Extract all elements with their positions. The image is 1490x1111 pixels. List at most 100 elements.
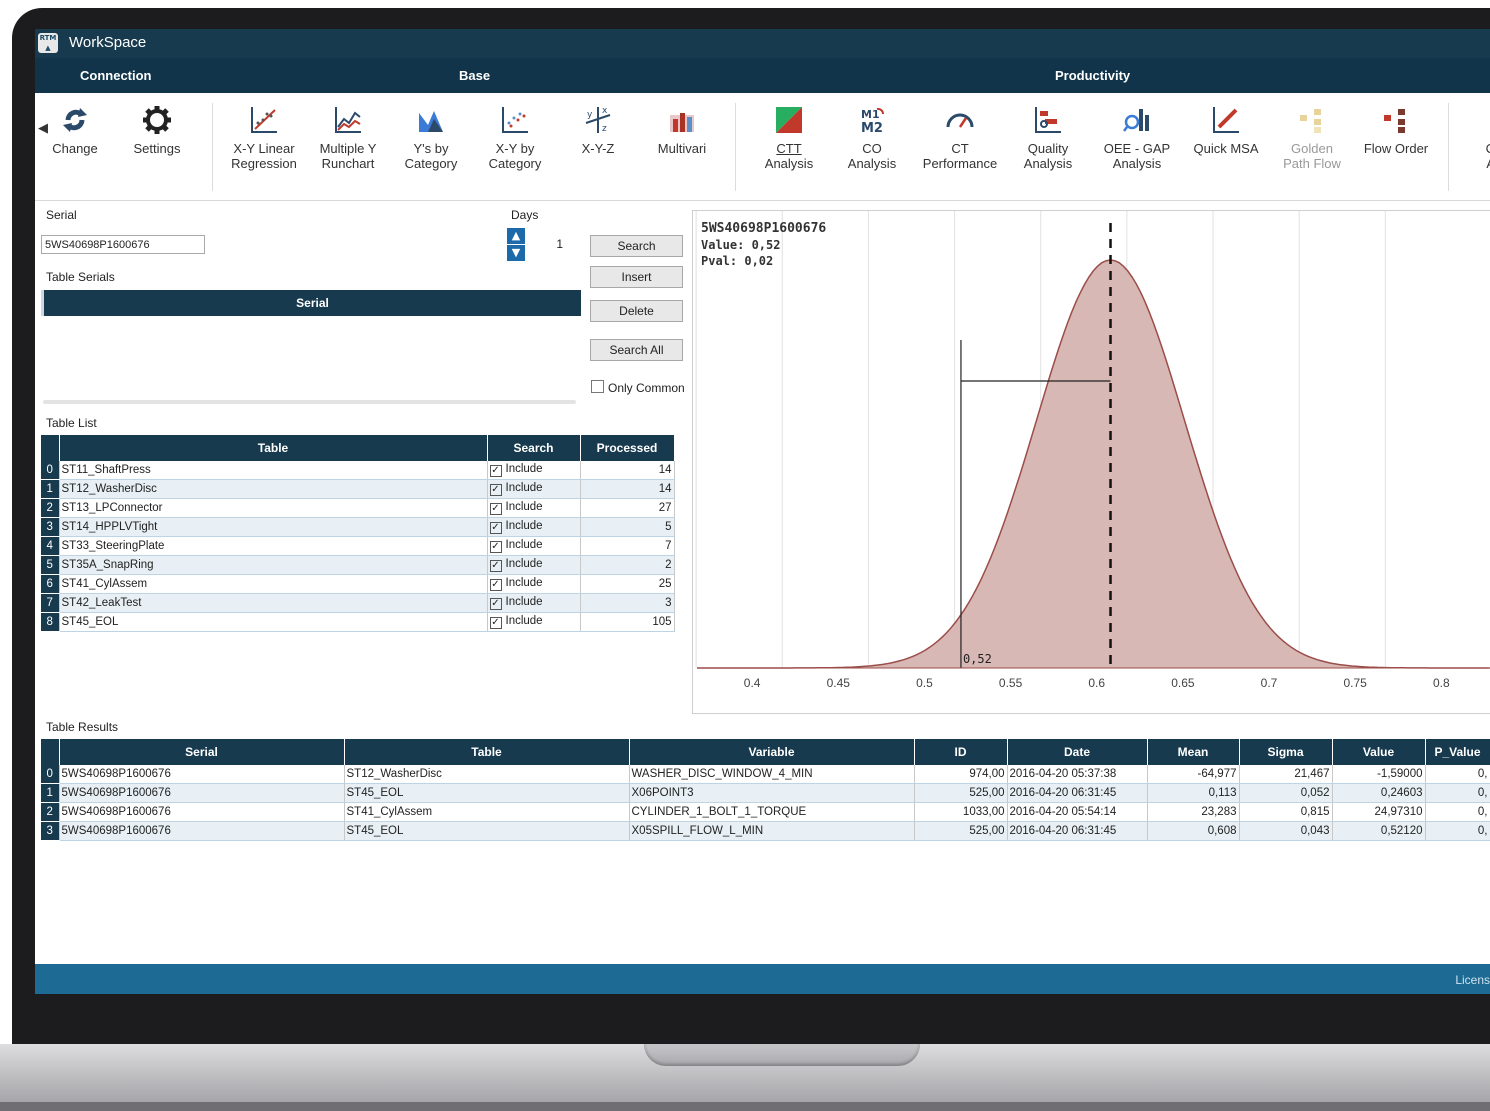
column-header-serial[interactable]: Serial [59, 739, 345, 765]
search-cell[interactable]: ✓ Include [487, 612, 581, 632]
pval-cell[interactable]: 0, [1425, 783, 1490, 803]
oee-gap-analysis-button[interactable]: OEE - GAP Analysis [1097, 105, 1177, 171]
column-header-processed[interactable]: Processed [580, 435, 675, 461]
flow-order-button[interactable]: Flow Order [1356, 105, 1436, 156]
id-cell[interactable]: 525,00 [914, 821, 1008, 841]
table-row[interactable]: 4 ST33_SteeringPlate ✓ Include 7 [41, 536, 675, 556]
insert-button[interactable]: Insert [590, 266, 683, 288]
date-cell[interactable]: 2016-04-20 06:31:45 [1007, 821, 1148, 841]
column-header-table[interactable]: Table [344, 739, 630, 765]
only-common-checkbox[interactable]: Only Common [591, 380, 685, 395]
table-name-cell[interactable]: ST42_LeakTest [59, 593, 488, 613]
stepper-down-icon[interactable]: ▼ [507, 245, 525, 261]
ct-performance-button[interactable]: CT Performance [917, 105, 1003, 171]
variable-cell[interactable]: WASHER_DISC_WINDOW_4_MIN [629, 765, 915, 784]
column-header-mean[interactable]: Mean [1147, 739, 1240, 765]
table-row[interactable]: 8 ST45_EOL ✓ Include 105 [41, 612, 675, 632]
golden-path-flow-button[interactable]: Golden Path Flow [1272, 105, 1352, 171]
table-name-cell[interactable]: ST13_LPConnector [59, 498, 488, 518]
table-name-cell[interactable]: ST33_SteeringPlate [59, 536, 488, 556]
xy-linear-regression-button[interactable]: X-Y Linear Regression [224, 105, 304, 171]
table-row[interactable]: 3 ST14_HPPLVTight ✓ Include 5 [41, 517, 675, 537]
date-cell[interactable]: 2016-04-20 05:37:38 [1007, 765, 1148, 784]
value-cell[interactable]: 0,52120 [1332, 821, 1426, 841]
variable-cell[interactable]: X05SPILL_FLOW_L_MIN [629, 821, 915, 841]
sigma-cell[interactable]: 0,815 [1239, 802, 1333, 822]
checkbox-checked-icon[interactable]: ✓ [489, 579, 502, 591]
sigma-cell[interactable]: 0,052 [1239, 783, 1333, 803]
serial-cell[interactable]: 5WS40698P1600676 [59, 783, 345, 803]
table-cell[interactable]: ST45_EOL [344, 821, 630, 841]
column-header-value[interactable]: Value [1332, 739, 1426, 765]
column-header-sigma[interactable]: Sigma [1239, 739, 1333, 765]
stepper-up-icon[interactable]: ▲ [507, 228, 525, 244]
table-cell[interactable]: ST12_WasherDisc [344, 765, 630, 784]
search-cell[interactable]: ✓ Include [487, 574, 581, 594]
checkbox-checked-icon[interactable]: ✓ [489, 465, 502, 477]
ctt-analysis-button[interactable]: CTT Analysis [749, 105, 829, 171]
search-button[interactable]: Search [590, 235, 683, 257]
search-cell[interactable]: ✓ Include [487, 536, 581, 556]
mean-cell[interactable]: 0,608 [1147, 821, 1240, 841]
table-name-cell[interactable]: ST41_CylAssem [59, 574, 488, 594]
pval-cell[interactable]: 0, [1425, 765, 1490, 784]
column-header-date[interactable]: Date [1007, 739, 1148, 765]
mean-cell[interactable]: -64,977 [1147, 765, 1240, 784]
pval-cell[interactable]: 0, [1425, 821, 1490, 841]
value-cell[interactable]: -1,59000 [1332, 765, 1426, 784]
table-row[interactable]: 0 ST11_ShaftPress ✓ Include 14 [41, 461, 675, 480]
checkbox-checked-icon[interactable]: ✓ [489, 541, 502, 553]
change-button[interactable]: Change [35, 105, 115, 156]
table-cell[interactable]: ST41_CylAssem [344, 802, 630, 822]
serial-input[interactable] [41, 235, 205, 254]
checkbox-box[interactable] [591, 380, 604, 393]
table-row[interactable]: 2 ST13_LPConnector ✓ Include 27 [41, 498, 675, 518]
table-name-cell[interactable]: ST45_EOL [59, 612, 488, 632]
ys-by-category-button[interactable]: Y's by Category [391, 105, 471, 171]
value-cell[interactable]: 0,24603 [1332, 783, 1426, 803]
id-cell[interactable]: 974,00 [914, 765, 1008, 784]
table-name-cell[interactable]: ST35A_SnapRing [59, 555, 488, 575]
result-row[interactable]: 0 5WS40698P1600676 ST12_WasherDisc WASHER_D… [41, 765, 1490, 784]
variable-cell[interactable]: CYLINDER_1_BOLT_1_TORQUE [629, 802, 915, 822]
date-cell[interactable]: 2016-04-20 06:31:45 [1007, 783, 1148, 803]
co-analysis-button[interactable]: M1 M2 CO Analysis [832, 105, 912, 171]
column-header-id[interactable]: ID [914, 739, 1008, 765]
date-cell[interactable]: 2016-04-20 05:54:14 [1007, 802, 1148, 822]
table-cell[interactable]: ST45_EOL [344, 783, 630, 803]
license-status[interactable]: Licens [1455, 973, 1490, 987]
serial-cell[interactable]: 5WS40698P1600676 [59, 802, 345, 822]
table-row[interactable]: 1 ST12_WasherDisc ✓ Include 14 [41, 479, 675, 499]
multiple-y-runchart-button[interactable]: Multiple Y Runchart [308, 105, 388, 171]
search-cell[interactable]: ✓ Include [487, 498, 581, 518]
search-cell[interactable]: ✓ Include [487, 479, 581, 499]
delete-button[interactable]: Delete [590, 300, 683, 322]
table-row[interactable]: 5 ST35A_SnapRing ✓ Include 2 [41, 555, 675, 575]
search-cell[interactable]: ✓ Include [487, 517, 581, 537]
sigma-cell[interactable]: 0,043 [1239, 821, 1333, 841]
mean-cell[interactable]: 23,283 [1147, 802, 1240, 822]
settings-button[interactable]: Settings [117, 105, 197, 156]
table-row[interactable]: 6 ST41_CylAssem ✓ Include 25 [41, 574, 675, 594]
result-row[interactable]: 2 5WS40698P1600676 ST41_CylAssem CYLINDER_1… [41, 802, 1490, 822]
days-value[interactable]: 1 [556, 237, 563, 251]
table-name-cell[interactable]: ST14_HPPLVTight [59, 517, 488, 537]
quick-msa-button[interactable]: Quick MSA [1186, 105, 1266, 156]
id-cell[interactable]: 1033,00 [914, 802, 1008, 822]
search-cell[interactable]: ✓ Include [487, 555, 581, 575]
pval-cell[interactable]: 0, [1425, 802, 1490, 822]
serial-column-header[interactable]: Serial [41, 290, 581, 316]
sigma-cell[interactable]: 21,467 [1239, 765, 1333, 784]
xy-by-category-button[interactable]: X-Y by Category [475, 105, 555, 171]
xyz-button[interactable]: yxz X-Y-Z [558, 105, 638, 156]
serials-scrollbar[interactable] [43, 400, 576, 404]
search-cell[interactable]: ✓ Include [487, 461, 581, 480]
checkbox-checked-icon[interactable]: ✓ [489, 484, 502, 496]
search-all-button[interactable]: Search All [590, 339, 683, 361]
search-cell[interactable]: ✓ Include [487, 593, 581, 613]
checkbox-checked-icon[interactable]: ✓ [489, 617, 502, 629]
checkbox-checked-icon[interactable]: ✓ [489, 522, 502, 534]
multivari-button[interactable]: Multivari [642, 105, 722, 156]
checkbox-checked-icon[interactable]: ✓ [489, 598, 502, 610]
table-row[interactable]: 7 ST42_LeakTest ✓ Include 3 [41, 593, 675, 613]
